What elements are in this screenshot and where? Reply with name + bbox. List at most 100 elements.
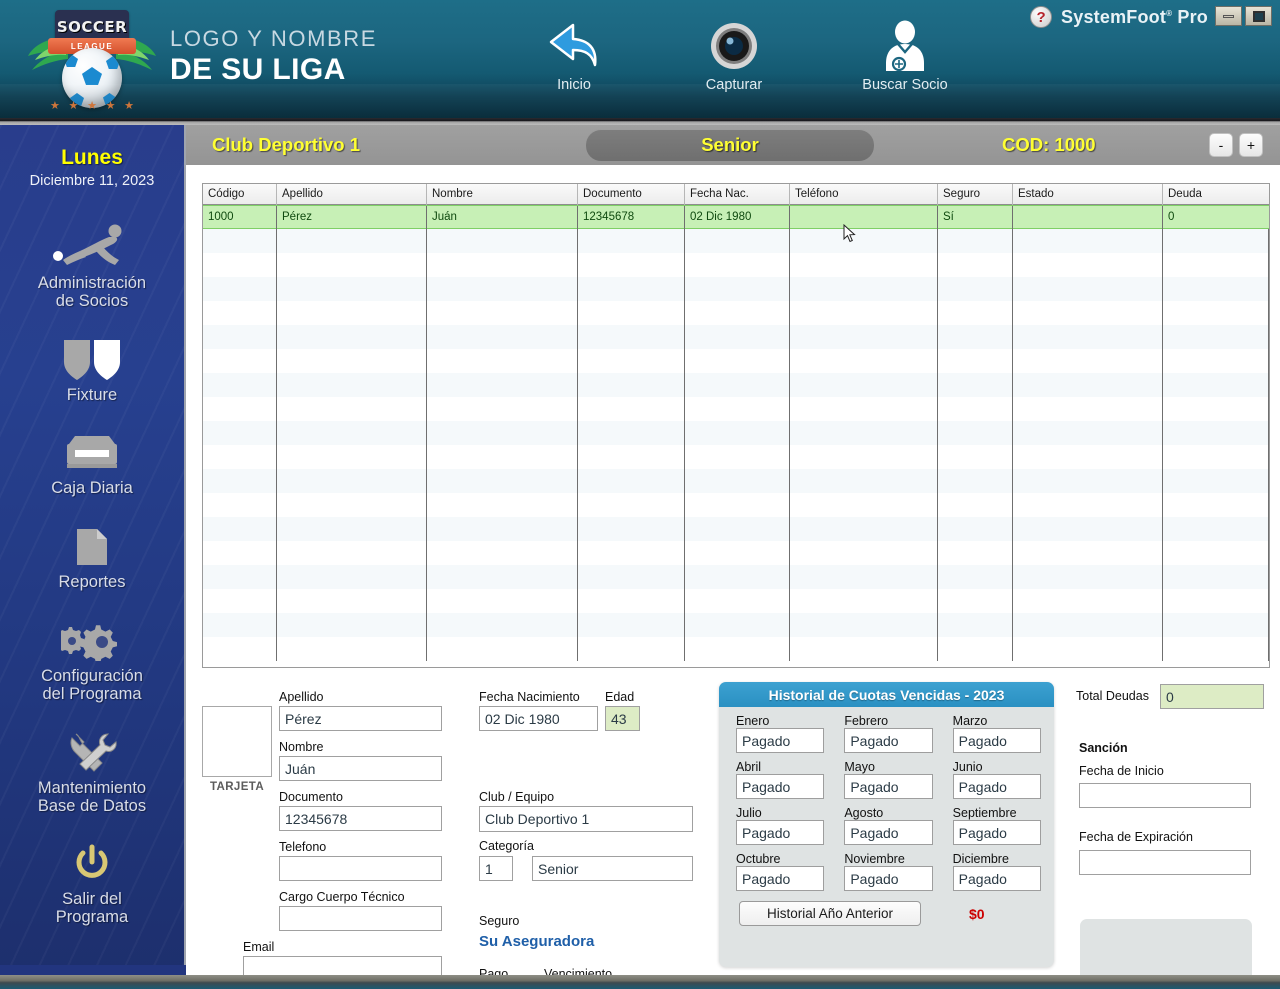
increment-button[interactable]: + <box>1239 133 1263 157</box>
table-row-empty[interactable] <box>203 373 1269 397</box>
sidebar-item-configuracion[interactable]: Configuración del Programa <box>0 614 184 706</box>
cell-empty <box>203 277 277 301</box>
month-cell: Abril Pagado <box>736 760 825 804</box>
cell-empty <box>427 301 578 325</box>
cell-empty <box>685 229 790 253</box>
maximize-button[interactable] <box>1245 6 1272 26</box>
sidebar-item-administracion-socios[interactable]: Administración de Socios <box>0 221 184 313</box>
cell-empty <box>1163 469 1269 493</box>
league-title: LOGO Y NOMBRE DE SU LIGA <box>170 26 377 87</box>
table-row[interactable]: 1000 Pérez Juán 12345678 02 Dic 1980 Sí … <box>203 205 1269 230</box>
cell-deuda: 0 <box>1168 211 1175 223</box>
table-row-empty[interactable] <box>203 349 1269 373</box>
month-status-field[interactable]: Pagado <box>844 866 933 891</box>
cell-empty <box>203 373 277 397</box>
cell-empty <box>427 541 578 565</box>
cell-empty <box>685 469 790 493</box>
fecha-expiracion-label: Fecha de Expiración <box>1079 830 1193 844</box>
category-pill[interactable]: Senior <box>586 129 874 161</box>
fecha-expiracion-field[interactable] <box>1079 850 1251 875</box>
sidebar-item-caja-diaria[interactable]: Caja Diaria <box>0 426 184 500</box>
cell-empty <box>938 421 1013 445</box>
sancion-label: Sanción <box>1079 741 1128 755</box>
month-status-field[interactable]: Pagado <box>736 866 825 891</box>
table-row-empty[interactable] <box>203 469 1269 493</box>
cell-empty <box>203 229 277 253</box>
cell-empty <box>578 493 685 517</box>
grid-col-seguro: Seguro <box>938 184 1013 205</box>
month-status-field[interactable]: Pagado <box>844 774 933 799</box>
cell-telefono <box>790 206 938 230</box>
decrement-button[interactable]: - <box>1209 133 1233 157</box>
help-icon[interactable]: ? <box>1030 6 1053 28</box>
sidebar-item-reportes[interactable]: Reportes <box>0 520 184 594</box>
month-status-field[interactable]: Pagado <box>952 728 1041 753</box>
sidebar-item-salir[interactable]: Salir del Programa <box>0 837 184 929</box>
cell-empty <box>578 565 685 589</box>
toolbar-buscar-socio[interactable]: Buscar Socio <box>840 18 970 93</box>
table-row-empty[interactable] <box>203 253 1269 277</box>
month-status-field[interactable]: Pagado <box>844 728 933 753</box>
cell-empty <box>685 517 790 541</box>
soccer-ball-icon <box>62 48 122 108</box>
table-row-empty[interactable] <box>203 541 1269 565</box>
cell-empty <box>790 301 938 325</box>
categoria-nombre-field[interactable]: Senior <box>532 856 693 881</box>
month-status-field[interactable]: Pagado <box>952 866 1041 891</box>
table-row-empty[interactable] <box>203 589 1269 613</box>
month-status-field[interactable]: Pagado <box>736 820 825 845</box>
cell-empty <box>578 517 685 541</box>
sidebar-item-mantenimiento[interactable]: Mantenimiento Base de Datos <box>0 726 184 818</box>
cell-empty <box>938 565 1013 589</box>
table-row-empty[interactable] <box>203 517 1269 541</box>
total-deudas-field: 0 <box>1160 684 1264 709</box>
window-controls <box>1215 6 1272 26</box>
cell-empty <box>1013 613 1163 637</box>
table-row-empty[interactable] <box>203 421 1269 445</box>
table-row-empty[interactable] <box>203 229 1269 253</box>
cell-empty <box>1013 541 1163 565</box>
table-row-empty[interactable] <box>203 613 1269 637</box>
month-status-field[interactable]: Pagado <box>952 820 1041 845</box>
month-status-field[interactable]: Pagado <box>736 774 825 799</box>
month-status-field[interactable]: Pagado <box>844 820 933 845</box>
cell-empty <box>427 277 578 301</box>
month-status-field[interactable]: Pagado <box>952 774 1041 799</box>
club-equipo-field[interactable]: Club Deportivo 1 <box>479 806 693 832</box>
apellido-field[interactable]: Pérez <box>279 706 442 731</box>
fecha-inicio-field[interactable] <box>1079 783 1251 808</box>
cell-empty <box>1013 349 1163 373</box>
table-row-empty[interactable] <box>203 445 1269 469</box>
documento-field[interactable]: 12345678 <box>279 806 442 831</box>
grid-col-fecha-nac: Fecha Nac. <box>685 184 790 205</box>
table-row-empty[interactable] <box>203 493 1269 517</box>
historial-ano-anterior-button[interactable]: Historial Año Anterior <box>739 901 921 926</box>
cell-empty <box>1163 277 1269 301</box>
table-row-empty[interactable] <box>203 565 1269 589</box>
table-row-empty[interactable] <box>203 637 1269 661</box>
toolbar-inicio[interactable]: Inicio <box>509 18 639 93</box>
table-row-empty[interactable] <box>203 277 1269 301</box>
table-row-empty[interactable] <box>203 397 1269 421</box>
cell-empty <box>790 589 938 613</box>
members-grid[interactable]: Código Apellido Nombre Documento Fecha N… <box>202 183 1270 668</box>
cell-empty <box>790 493 938 517</box>
cell-empty <box>1013 301 1163 325</box>
table-row-empty[interactable] <box>203 301 1269 325</box>
grid-col-deuda: Deuda <box>1168 188 1202 200</box>
cell-empty <box>427 253 578 277</box>
tarjeta-photo-box[interactable] <box>202 706 272 777</box>
telefono-field[interactable] <box>279 856 442 881</box>
nombre-field[interactable]: Juán <box>279 756 442 781</box>
cell-empty <box>578 301 685 325</box>
documento-label: Documento <box>279 790 343 804</box>
minimize-button[interactable] <box>1215 6 1242 26</box>
table-row-empty[interactable] <box>203 325 1269 349</box>
cell-empty <box>203 325 277 349</box>
categoria-numero-field[interactable]: 1 <box>479 856 513 881</box>
cargo-cuerpo-tecnico-field[interactable] <box>279 906 442 931</box>
fecha-nacimiento-field[interactable]: 02 Dic 1980 <box>479 706 598 731</box>
toolbar-capturar[interactable]: Capturar <box>669 18 799 93</box>
month-status-field[interactable]: Pagado <box>736 728 825 753</box>
sidebar-item-fixture[interactable]: Fixture <box>0 333 184 407</box>
